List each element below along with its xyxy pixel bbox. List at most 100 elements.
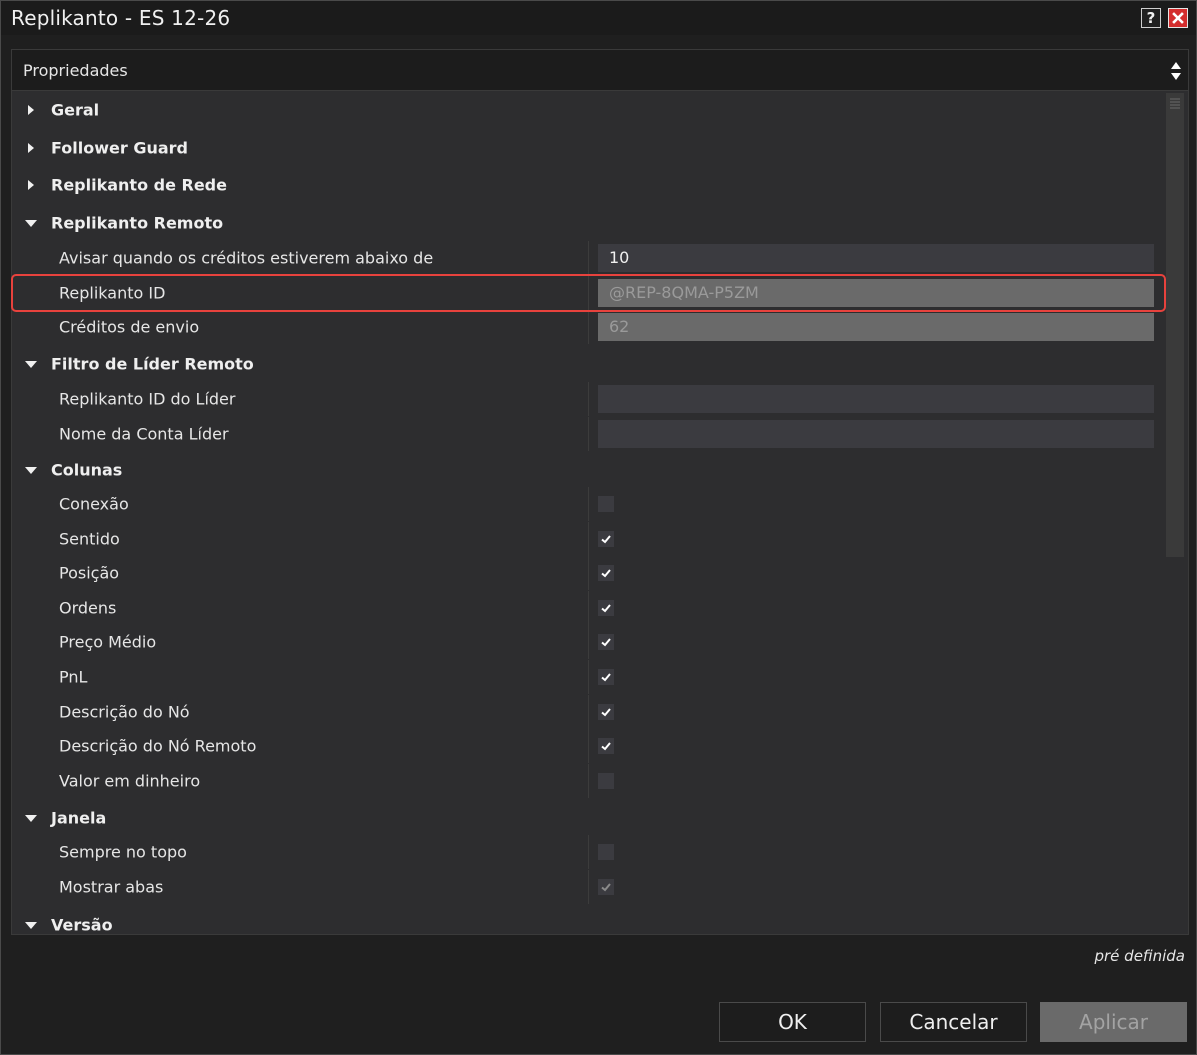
collapse-arrow-icon[interactable] (25, 217, 37, 229)
property-label: Ordens (59, 598, 117, 618)
column-divider[interactable] (588, 556, 589, 591)
expand-arrow-icon[interactable] (25, 104, 37, 116)
coluna-checkbox[interactable] (598, 634, 614, 651)
properties-panel: Propriedades Geral Follower Guard Replik… (11, 49, 1189, 935)
property-row-lider-id: Replikanto ID do Líder (12, 382, 1164, 416)
property-label: Replikanto ID (59, 283, 166, 303)
column-divider[interactable] (588, 590, 589, 625)
checkmark-icon (601, 534, 611, 544)
column-divider[interactable] (588, 835, 589, 869)
category-label: Replikanto Remoto (51, 213, 224, 233)
category-label: Replikanto de Rede (51, 175, 227, 195)
coluna-row: Posição (12, 556, 1164, 591)
property-label: Valor em dinheiro (59, 771, 201, 791)
replikanto-id-field[interactable]: @REP-8QMA-P5ZM (598, 279, 1154, 307)
category-label: Versão (51, 915, 113, 935)
coluna-row: Preço Médio (12, 625, 1164, 660)
column-divider[interactable] (588, 417, 589, 451)
column-divider[interactable] (588, 763, 589, 798)
apply-button[interactable]: Aplicar (1040, 1002, 1187, 1042)
property-label: PnL (59, 667, 88, 687)
coluna-checkbox[interactable] (598, 565, 614, 582)
coluna-checkbox[interactable] (598, 599, 614, 616)
title-bar[interactable]: Replikanto - ES 12-26 ? (1, 1, 1196, 35)
property-row-creditos-envio: Créditos de envio 62 (12, 310, 1164, 344)
category-versao[interactable]: Versão (12, 908, 1164, 934)
category-janela[interactable]: Janela (12, 801, 1164, 835)
column-divider[interactable] (588, 625, 589, 660)
column-divider[interactable] (588, 729, 589, 764)
coluna-row: Conexão (12, 487, 1164, 521)
column-divider[interactable] (588, 276, 589, 310)
category-label: Colunas (51, 460, 123, 480)
column-divider[interactable] (588, 521, 589, 556)
checkmark-icon (601, 638, 611, 647)
lider-id-input[interactable] (598, 385, 1154, 413)
collapse-arrow-icon[interactable] (25, 919, 37, 931)
vertical-scrollbar[interactable] (1166, 93, 1184, 557)
property-label: Descrição do Nó Remoto (59, 736, 257, 756)
property-grid: Geral Follower Guard Replikanto de Rede … (12, 91, 1164, 934)
collapse-arrow-icon[interactable] (25, 464, 37, 476)
coluna-checkbox[interactable] (598, 669, 614, 685)
coluna-row: Ordens (12, 590, 1164, 625)
scroll-grip-icon (1170, 98, 1180, 109)
coluna-checkbox[interactable] (598, 496, 614, 512)
property-label: Mostrar abas (59, 877, 164, 896)
property-row-aviso-creditos: Avisar quando os créditos estiverem abai… (12, 241, 1164, 275)
category-colunas[interactable]: Colunas (12, 453, 1164, 487)
column-divider[interactable] (588, 382, 589, 416)
expand-arrow-icon[interactable] (25, 179, 37, 191)
category-label: Follower Guard (51, 138, 188, 158)
cancel-button[interactable]: Cancelar (880, 1002, 1027, 1042)
column-divider[interactable] (588, 869, 589, 904)
help-icon: ? (1146, 9, 1156, 27)
janela-checkbox[interactable] (598, 844, 614, 860)
property-label: Sempre no topo (59, 842, 187, 862)
column-divider[interactable] (588, 310, 589, 344)
column-divider[interactable] (588, 487, 589, 521)
category-label: Geral (51, 100, 100, 120)
coluna-row: Descrição do Nó Remoto (12, 729, 1164, 764)
column-divider[interactable] (588, 694, 589, 729)
window-title: Replikanto - ES 12-26 (11, 6, 231, 30)
checkmark-icon (601, 742, 611, 751)
column-divider[interactable] (588, 241, 589, 275)
category-label: Janela (51, 808, 107, 828)
category-replikanto-remoto[interactable]: Replikanto Remoto (12, 206, 1164, 240)
property-label: Replikanto ID do Líder (59, 389, 236, 409)
conta-lider-input[interactable] (598, 420, 1154, 448)
expand-arrow-icon[interactable] (25, 142, 37, 154)
property-label: Nome da Conta Líder (59, 424, 229, 444)
property-label: Posição (59, 563, 120, 583)
coluna-checkbox[interactable] (598, 703, 614, 720)
category-filtro-lider[interactable]: Filtro de Líder Remoto (12, 347, 1164, 381)
coluna-row: Valor em dinheiro (12, 763, 1164, 798)
coluna-row: Sentido (12, 521, 1164, 556)
aviso-creditos-input[interactable]: 10 (598, 244, 1154, 272)
collapse-arrow-icon[interactable] (25, 358, 37, 370)
coluna-checkbox[interactable] (598, 772, 614, 789)
properties-header[interactable]: Propriedades (12, 50, 1188, 91)
janela-row: Mostrar abas (12, 869, 1164, 904)
checkmark-icon (601, 707, 611, 717)
checkmark-icon (601, 882, 611, 891)
creditos-envio-field[interactable]: 62 (598, 313, 1154, 341)
category-geral[interactable]: Geral (12, 93, 1164, 127)
property-label: Descrição do Nó (59, 702, 190, 722)
coluna-checkbox[interactable] (598, 530, 614, 547)
janela-checkbox[interactable] (598, 878, 614, 895)
coluna-checkbox[interactable] (598, 738, 614, 755)
category-follower-guard[interactable]: Follower Guard (12, 131, 1164, 165)
column-divider[interactable] (588, 660, 589, 694)
property-label: Sentido (59, 529, 120, 549)
collapse-arrow-icon[interactable] (25, 812, 37, 824)
ok-button[interactable]: OK (719, 1002, 866, 1042)
help-button[interactable]: ? (1141, 8, 1161, 28)
sort-icon[interactable] (1170, 59, 1182, 83)
category-replikanto-rede[interactable]: Replikanto de Rede (12, 168, 1164, 202)
checkmark-icon (601, 673, 611, 682)
property-label: Créditos de envio (59, 317, 200, 337)
close-button[interactable] (1168, 8, 1188, 28)
property-row-conta-lider: Nome da Conta Líder (12, 417, 1164, 451)
